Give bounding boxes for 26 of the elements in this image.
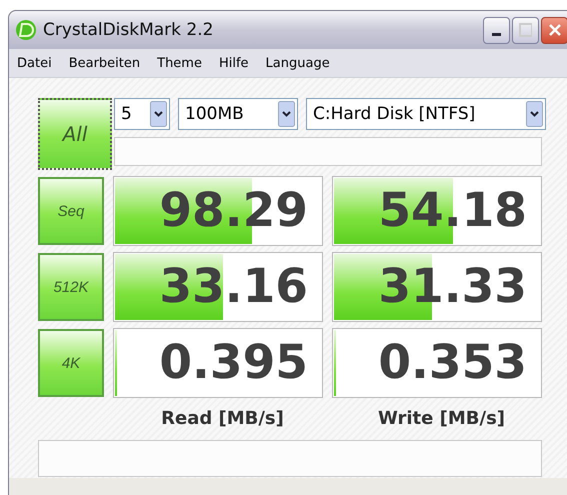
comment-field[interactable] <box>38 440 542 477</box>
result-value: 0.395 <box>158 334 309 392</box>
column-heading: Write [MB/s] <box>376 408 506 429</box>
run-all-button[interactable]: All <box>38 98 112 170</box>
result-value: 54.18 <box>377 182 528 240</box>
dropdown-field[interactable]: 100MB <box>178 98 298 130</box>
menu-item[interactable]: Theme <box>157 56 202 70</box>
test-button[interactable]: Seq <box>38 177 104 245</box>
window-title: CrystalDiskMark 2.2 <box>43 20 214 40</box>
menu-item[interactable]: Language <box>266 56 330 70</box>
test-button[interactable]: 512K <box>38 253 104 321</box>
test-button[interactable]: 4K <box>38 329 104 397</box>
maximize-button[interactable] <box>512 16 539 44</box>
result-value: 0.353 <box>377 334 528 392</box>
disk-logo-icon <box>15 19 37 41</box>
maximize-icon <box>519 23 532 37</box>
close-icon <box>548 23 561 37</box>
dropdown-field[interactable]: C:Hard Disk [NTFS] <box>306 98 546 130</box>
minimize-button[interactable] <box>483 16 510 44</box>
menu-item[interactable]: Datei <box>17 56 52 70</box>
minimize-icon <box>492 32 501 36</box>
dropdown-field[interactable]: 5 <box>114 98 170 130</box>
menu-item[interactable]: Bearbeiten <box>68 56 140 70</box>
menu-item[interactable]: Hilfe <box>218 56 249 70</box>
column-heading: Read [MB/s] <box>160 408 285 429</box>
close-button[interactable] <box>541 16 567 44</box>
